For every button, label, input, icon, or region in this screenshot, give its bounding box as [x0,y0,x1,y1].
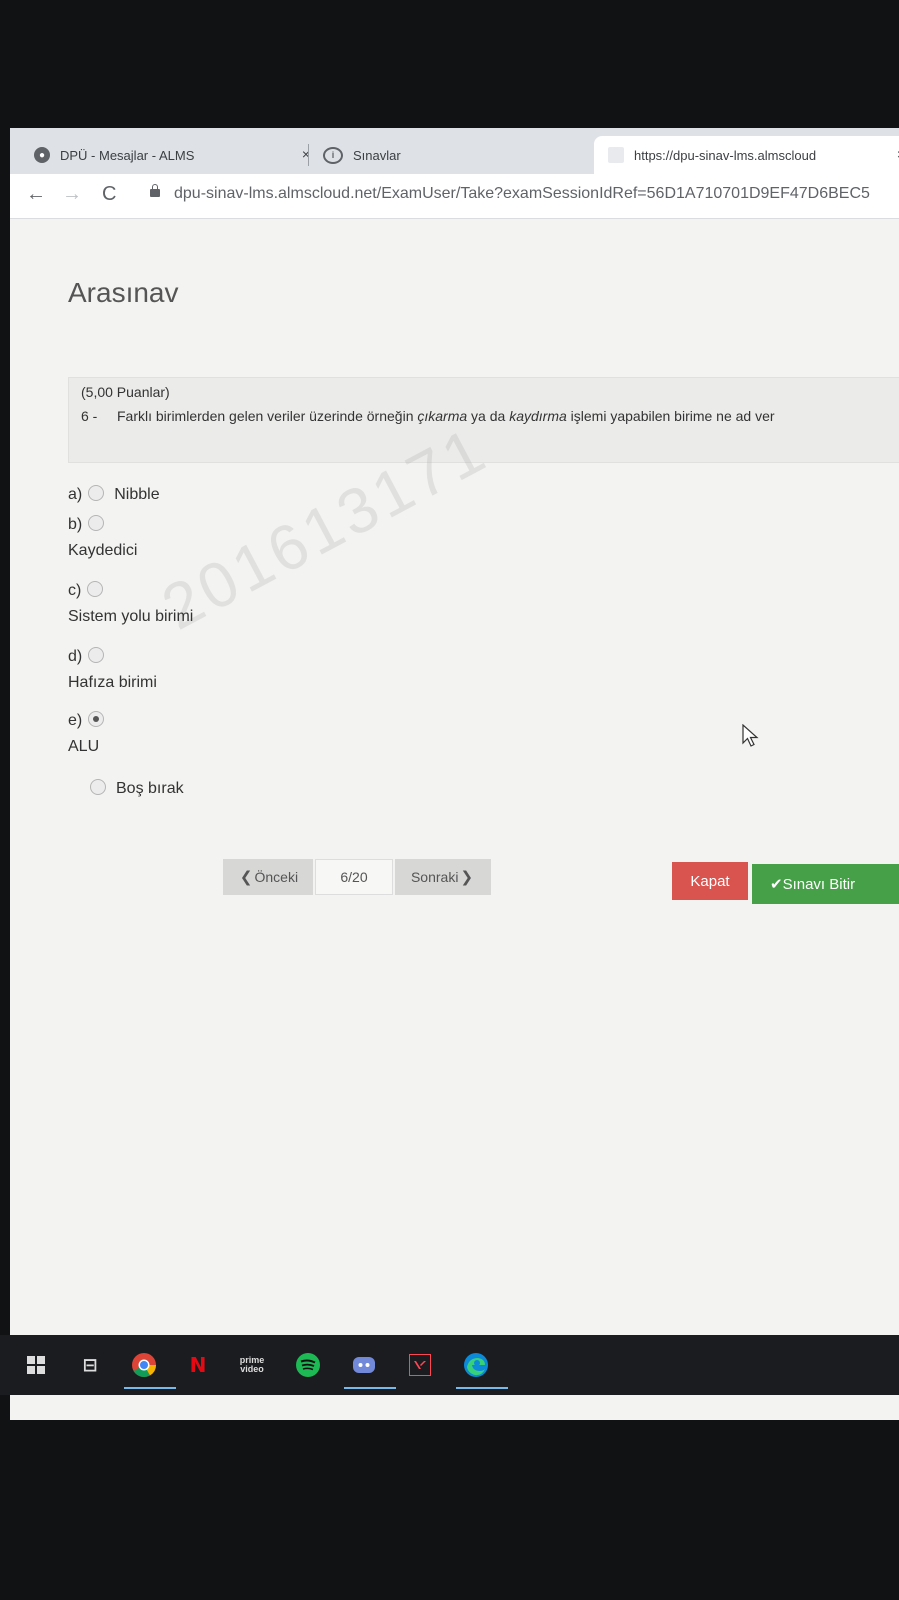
tab-exam-active[interactable]: https://dpu-sinav-lms.almscloud × [594,136,899,174]
reload-icon[interactable]: C [102,184,116,204]
option-letter: d) [68,648,83,665]
prime-video-icon[interactable]: prime video [232,1345,272,1385]
tab-label: Sınavlar [353,147,401,163]
option-skip[interactable]: Boş bırak [90,779,184,798]
browser-toolbar: ← → C dpu-sinav-lms.almscloud.net/ExamUs… [10,174,899,219]
radio-button[interactable] [88,515,105,531]
radio-button[interactable] [88,647,105,663]
forward-arrow-icon[interactable]: → [62,184,82,204]
close-exam-button[interactable]: Kapat [672,862,748,900]
option-text: ALU [68,738,100,755]
finish-exam-button[interactable]: ✔ Sınavı Bitir [752,864,899,904]
option-text: Nibble [114,486,160,503]
check-icon: ✔ [770,876,783,893]
exam-page: Arasınav (5,00 Puanlar) 6 - Farklı birim… [10,219,899,1420]
option-e[interactable]: e) ALU [68,711,105,756]
option-letter: b) [68,516,83,533]
windows-start-icon[interactable] [16,1345,56,1385]
edge-icon[interactable] [456,1345,508,1389]
option-a[interactable]: a) Nibble [68,485,160,504]
discord-icon[interactable] [344,1345,396,1389]
netflix-icon[interactable]: N [178,1345,218,1385]
option-text: Kaydedici [68,542,138,559]
info-icon: i [323,146,343,164]
monitor-screen: ● DPÜ - Mesajlar - ALMS × i Sınavlar × h… [10,128,899,1420]
next-label: Sonraki [410,869,459,885]
option-text: Boş bırak [116,780,184,797]
radio-button[interactable] [90,779,106,795]
spotify-icon[interactable] [288,1345,328,1385]
chevron-left-icon: ❮ [239,869,253,886]
valorant-icon[interactable] [400,1345,440,1385]
option-c[interactable]: c) Sistem yolu birimi [68,581,193,626]
option-text: Sistem yolu birimi [68,608,194,625]
next-button[interactable]: Sonraki ❯ [395,859,491,895]
tab-label: https://dpu-sinav-lms.almscloud [634,147,817,163]
chrome-icon[interactable] [124,1345,176,1389]
tab-sinavlar[interactable]: i Sınavlar × [308,144,613,166]
tab-label: DPÜ - Mesajlar - ALMS [60,147,195,163]
radio-button-selected[interactable] [88,711,105,727]
option-letter: a) [68,486,83,503]
previous-label: Önceki [254,869,299,885]
globe-icon: ● [34,147,50,163]
chevron-right-icon: ❯ [460,869,474,886]
radio-button[interactable] [88,485,105,501]
option-text: Hafıza birimi [68,674,157,691]
finish-label: Sınavı Bitir [782,875,856,893]
task-view-icon[interactable]: ⊟ [70,1345,110,1385]
mouse-pointer-icon [742,724,759,747]
question-page-indicator: 6/20 [315,859,393,895]
tab-mesajlar[interactable]: ● DPÜ - Mesajlar - ALMS × [26,136,318,174]
radio-button[interactable] [87,581,104,597]
question-points: (5,00 Puanlar) [81,384,170,400]
option-letter: c) [68,582,82,599]
option-b[interactable]: b) Kaydedici [68,515,137,560]
page-title: Arasınav [68,277,179,308]
lock-icon [150,184,160,197]
option-letter: e) [68,712,83,729]
option-d[interactable]: d) Hafıza birimi [68,647,157,692]
address-bar[interactable]: dpu-sinav-lms.almscloud.net/ExamUser/Tak… [174,185,870,203]
back-arrow-icon[interactable]: ← [26,184,46,204]
question-number: 6 - [81,408,98,424]
browser-tab-strip: ● DPÜ - Mesajlar - ALMS × i Sınavlar × h… [10,128,899,174]
previous-button[interactable]: ❮ Önceki [223,859,313,895]
windows-taskbar: ⊟ N prime video [0,1335,899,1395]
page-icon [608,147,624,163]
